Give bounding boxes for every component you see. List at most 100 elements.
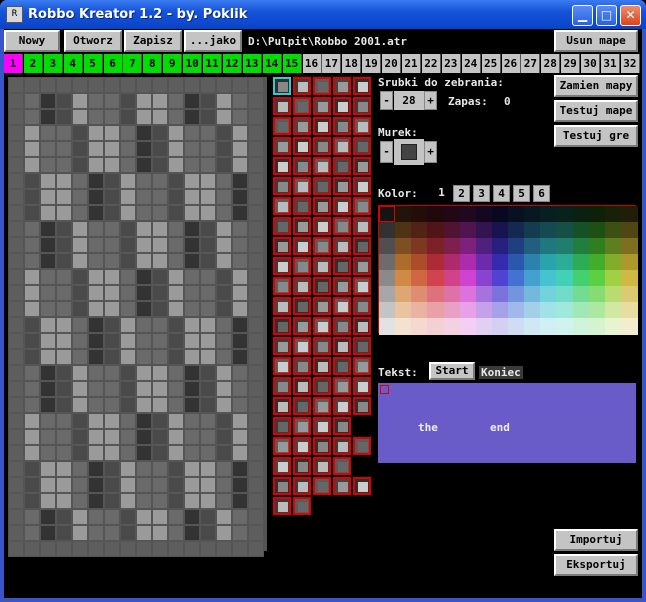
color-swatch[interactable] (411, 286, 428, 303)
map-cell[interactable] (232, 253, 248, 269)
color-swatch[interactable] (475, 318, 493, 335)
map-cell[interactable] (56, 317, 72, 333)
color-swatch[interactable] (395, 286, 412, 303)
map-cell[interactable] (8, 493, 24, 509)
map-cell[interactable] (136, 269, 152, 285)
palette-tile[interactable] (273, 337, 291, 355)
map-cell[interactable] (72, 317, 88, 333)
map-cell[interactable] (248, 173, 264, 189)
palette-tile[interactable] (333, 477, 351, 495)
map-cell[interactable] (216, 477, 232, 493)
color-swatch[interactable] (379, 222, 396, 239)
map-cell[interactable] (104, 77, 120, 93)
test-map-button[interactable]: Testuj mape (554, 100, 638, 122)
map-cell[interactable] (88, 221, 104, 237)
color-swatch[interactable] (379, 286, 396, 303)
map-cell[interactable] (168, 125, 184, 141)
map-cell[interactable] (248, 477, 264, 493)
palette-tile[interactable] (333, 297, 351, 315)
map-cell[interactable] (120, 525, 136, 541)
map-cell[interactable] (168, 253, 184, 269)
palette-tile[interactable] (273, 217, 291, 235)
palette-tile[interactable] (333, 437, 351, 455)
map-cell[interactable] (232, 349, 248, 365)
map-cell[interactable] (24, 381, 40, 397)
map-cell[interactable] (88, 365, 104, 381)
map-cell[interactable] (56, 269, 72, 285)
color-swatch[interactable] (556, 302, 573, 319)
color-swatch[interactable] (379, 270, 396, 287)
map-cell[interactable] (24, 285, 40, 301)
color-swatch[interactable] (475, 238, 493, 255)
map-cell[interactable] (88, 237, 104, 253)
map-cell[interactable] (120, 381, 136, 397)
palette-tile[interactable] (273, 457, 291, 475)
palette-tile[interactable] (333, 157, 351, 175)
map-cell[interactable] (104, 461, 120, 477)
color-swatch[interactable] (524, 238, 541, 255)
map-cell[interactable] (248, 349, 264, 365)
map-cell[interactable] (216, 493, 232, 509)
color-swatch[interactable] (508, 206, 525, 223)
color-tab-6[interactable]: 6 (533, 185, 550, 202)
color-swatch[interactable] (588, 302, 606, 319)
map-cell[interactable] (168, 381, 184, 397)
map-cell[interactable] (120, 509, 136, 525)
map-cell[interactable] (216, 525, 232, 541)
color-swatch[interactable] (508, 270, 525, 287)
palette-tile[interactable] (313, 477, 331, 495)
map-cell[interactable] (184, 125, 200, 141)
map-cell[interactable] (136, 253, 152, 269)
map-cell[interactable] (24, 109, 40, 125)
map-cell[interactable] (40, 365, 56, 381)
level-tab-26[interactable]: 26 (501, 54, 521, 73)
palette-tile[interactable] (293, 497, 311, 515)
map-cell[interactable] (8, 349, 24, 365)
palette-tile[interactable] (313, 357, 331, 375)
map-cell[interactable] (8, 109, 24, 125)
map-cell[interactable] (56, 157, 72, 173)
map-cell[interactable] (120, 285, 136, 301)
color-swatch[interactable] (620, 302, 638, 319)
map-cell[interactable] (72, 413, 88, 429)
palette-tile[interactable] (333, 117, 351, 135)
map-cell[interactable] (56, 413, 72, 429)
map-cell[interactable] (200, 365, 216, 381)
palette-tile[interactable] (273, 157, 291, 175)
map-cell[interactable] (104, 429, 120, 445)
map-cell[interactable] (72, 221, 88, 237)
map-cell[interactable] (88, 189, 104, 205)
map-cell[interactable] (8, 541, 24, 557)
color-swatch[interactable] (604, 238, 622, 255)
map-cell[interactable] (216, 461, 232, 477)
map-cell[interactable] (56, 461, 72, 477)
map-cell[interactable] (104, 141, 120, 157)
map-cell[interactable] (248, 317, 264, 333)
map-cell[interactable] (184, 93, 200, 109)
map-cell[interactable] (232, 189, 248, 205)
map-cell[interactable] (8, 77, 24, 93)
map-cell[interactable] (152, 93, 168, 109)
map-cell[interactable] (40, 317, 56, 333)
map-cell[interactable] (248, 157, 264, 173)
color-swatch[interactable] (395, 254, 412, 271)
palette-tile[interactable] (333, 77, 351, 95)
palette-tile[interactable] (313, 137, 331, 155)
palette-tile[interactable] (333, 277, 351, 295)
map-cell[interactable] (152, 333, 168, 349)
level-tab-15[interactable]: 15 (282, 54, 302, 73)
wall-plus-button[interactable]: + (424, 141, 437, 163)
map-cell[interactable] (168, 237, 184, 253)
palette-tile[interactable] (353, 277, 371, 295)
color-swatch[interactable] (540, 238, 557, 255)
palette-tile[interactable] (333, 137, 351, 155)
palette-tile[interactable] (273, 277, 291, 295)
map-cell[interactable] (232, 141, 248, 157)
map-cell[interactable] (216, 221, 232, 237)
map-cell[interactable] (216, 269, 232, 285)
map-cell[interactable] (8, 381, 24, 397)
map-cell[interactable] (40, 413, 56, 429)
map-cell[interactable] (152, 317, 168, 333)
map-cell[interactable] (216, 413, 232, 429)
map-cell[interactable] (8, 525, 24, 541)
